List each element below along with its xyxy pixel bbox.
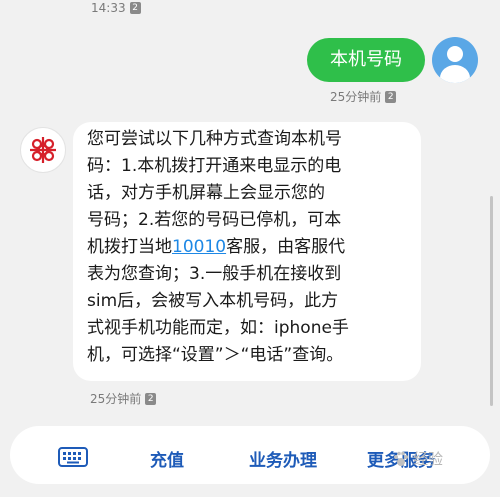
user-body-shape: [440, 65, 470, 83]
user-avatar[interactable]: [432, 37, 478, 83]
message-line: 您可尝试以下几种方式查询本机号: [87, 129, 342, 149]
unicom-logo-icon: [30, 137, 56, 163]
outgoing-time: 25分钟前: [330, 90, 382, 104]
outgoing-message-bubble[interactable]: 本机号码: [307, 38, 425, 82]
sim-badge: 2: [385, 90, 397, 103]
message-line: 话，对方手机屏幕上会显示您的: [87, 183, 325, 203]
incoming-meta: 25分钟前 2: [90, 390, 157, 407]
outgoing-message-text: 本机号码: [330, 49, 402, 70]
message-line: 表为您查询；3.一般手机在接收到: [87, 264, 342, 284]
recharge-button[interactable]: 充值: [150, 446, 184, 471]
keyboard-icon[interactable]: [58, 447, 88, 467]
phone-link[interactable]: 10010: [172, 237, 226, 257]
line-prefix: 机拨打当地: [87, 237, 172, 257]
user-head-shape: [447, 46, 463, 62]
message-line: 机，可选择“设置”＞“电话”查询。: [87, 345, 344, 365]
message-line: sim后，会被写入本机号码，此方: [87, 291, 339, 311]
sender-avatar[interactable]: [20, 127, 66, 173]
business-handling-button[interactable]: 业务办理: [249, 446, 317, 471]
incoming-time: 25分钟前: [90, 392, 142, 406]
timestamp-text: 14:33: [91, 1, 126, 15]
outgoing-meta: 25分钟前 2: [330, 88, 397, 105]
sim-badge: 2: [129, 2, 141, 14]
scrollbar[interactable]: [490, 196, 493, 406]
line-suffix: 客服，由客服代: [226, 237, 346, 257]
message-line-with-link: 机拨打当地10010客服，由客服代: [87, 234, 411, 261]
sim-badge: 2: [145, 392, 157, 405]
message-line: 号码；2.若您的号码已停机，可本: [87, 210, 342, 230]
incoming-message-bubble[interactable]: 您可尝试以下几种方式查询本机号 码：1.本机拨打开通来电显示的电 话，对方手机屏…: [73, 122, 421, 381]
paw-watermark-icon: [394, 451, 408, 466]
watermark: 经验: [392, 448, 443, 469]
top-timestamp: 14:33 2: [91, 1, 141, 15]
message-line: 码：1.本机拨打开通来电显示的电: [87, 156, 342, 176]
watermark-text: 经验: [413, 450, 444, 468]
message-line: 式视手机功能而定，如：iphone手: [87, 318, 349, 338]
